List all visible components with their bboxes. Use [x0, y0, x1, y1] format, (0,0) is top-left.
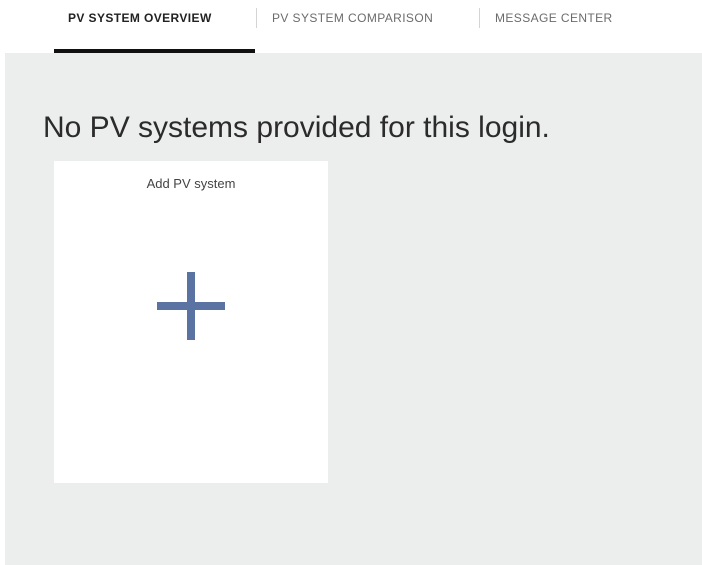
tab-divider: [479, 8, 480, 28]
empty-state-message: No PV systems provided for this login.: [43, 111, 550, 144]
top-navigation: PV SYSTEM OVERVIEW PV SYSTEM COMPARISON …: [0, 0, 702, 53]
tab-pv-system-overview[interactable]: PV SYSTEM OVERVIEW: [54, 0, 255, 53]
tab-divider: [256, 8, 257, 28]
plus-icon: [157, 272, 225, 340]
tab-pv-system-comparison[interactable]: PV SYSTEM COMPARISON: [272, 0, 433, 53]
main-content: No PV systems provided for this login. A…: [5, 53, 702, 565]
add-pv-system-card[interactable]: Add PV system: [54, 161, 328, 483]
add-pv-system-label: Add PV system: [146, 176, 236, 191]
tab-message-center[interactable]: MESSAGE CENTER: [495, 0, 613, 53]
